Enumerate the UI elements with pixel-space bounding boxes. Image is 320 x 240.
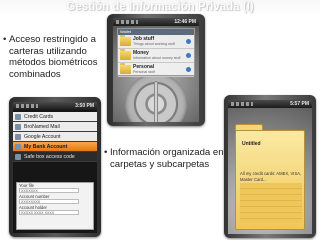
phone-account-list: 3:50 PM Credit Cards BroNamed Mail Googl… (9, 97, 101, 237)
account-detail-form: Your file XXXXXXX Account number XXXXXXX… (16, 182, 94, 230)
bank-icon (15, 144, 21, 150)
radio-icon[interactable] (186, 53, 191, 58)
folder-note-text: All my credit cards: AMEX, VISA, Master … (240, 171, 302, 182)
folder-subtitle: Things about working stuff (133, 42, 175, 46)
menu-item-google-account[interactable]: Google Account (13, 132, 97, 142)
bullet-marker: • (3, 34, 7, 45)
status-time: 3:50 PM (75, 103, 94, 109)
folder-item-money[interactable]: Money Information about money stuff (118, 49, 194, 63)
form-row: Account holder XXXXX XXXX XXXX (17, 205, 93, 216)
menu-item-credit-cards[interactable]: Credit Cards (13, 112, 97, 122)
radio-icon[interactable] (186, 67, 191, 72)
radio-icon[interactable] (186, 39, 191, 44)
field-value[interactable]: XXXXXXXX (19, 199, 79, 204)
phone-screen: 12:46 PM Wallet Job stuff Things about w… (113, 18, 199, 122)
menu-item-safe-box[interactable]: Safe box access code (13, 152, 97, 162)
slide-title: Gestión de Información Privada (I) (66, 1, 254, 13)
bullet-text: Información organizada en carpetas y sub… (110, 147, 224, 170)
field-value[interactable]: XXXXXXX (19, 188, 79, 193)
menu-item-label: Safe box access code (24, 154, 75, 160)
folder-icon (120, 49, 131, 60)
wallet-folder-list: Wallet Job stuff Things about working st… (117, 28, 195, 77)
menu-item-label: Google Account (24, 134, 61, 140)
phone-screen: 5:57 PM Untitled All my credit cards: AM… (228, 100, 312, 234)
folder-title: Untitled (242, 141, 261, 147)
bullet-text: Acceso restringido a carteras utilizando… (9, 34, 98, 80)
menu-item-label: BroNamed Mail (24, 124, 60, 130)
form-row: Account number XXXXXXXX (17, 194, 93, 205)
folder-item-job[interactable]: Job stuff Things about working stuff (118, 35, 194, 49)
key-icon (15, 154, 21, 160)
status-bar: 12:46 PM (113, 18, 199, 26)
menu-item-bank-account[interactable]: My Bank Account (13, 142, 97, 152)
bullet-biometric-access: • Acceso restringido a carteras utilizan… (3, 34, 115, 80)
folder-item-personal[interactable]: Personal Personal stuff (118, 63, 194, 77)
menu-item-mail[interactable]: BroNamed Mail (13, 122, 97, 132)
status-bar: 5:57 PM (228, 100, 312, 108)
bullet-folders: • Información organizada en carpetas y s… (104, 147, 226, 170)
status-icons (116, 20, 138, 24)
mail-icon (15, 124, 21, 130)
phone-screen: 3:50 PM Credit Cards BroNamed Mail Googl… (13, 102, 97, 233)
form-row: Your file XXXXXXX (17, 183, 93, 194)
vault-dial-icon (125, 73, 187, 122)
status-time: 12:46 PM (174, 19, 196, 25)
menu-item-label: My Bank Account (24, 144, 68, 150)
phone-vault-wallet: 12:46 PM Wallet Job stuff Things about w… (107, 14, 205, 126)
field-value[interactable]: XXXXX XXXX XXXX (19, 210, 79, 215)
status-icons (231, 102, 253, 106)
account-menu: Credit Cards BroNamed Mail Google Accoun… (13, 112, 97, 162)
status-icons (16, 104, 38, 108)
folder-subtitle: Information about money stuff (133, 56, 181, 60)
note-lines (240, 183, 302, 223)
status-time: 5:57 PM (290, 101, 309, 107)
bullet-marker: • (104, 147, 108, 158)
vault-handle-icon (154, 81, 158, 122)
status-bar: 3:50 PM (13, 102, 97, 110)
folder-subtitle: Personal stuff (133, 70, 155, 74)
folder-icon (120, 63, 131, 74)
open-folder-icon[interactable]: Untitled All my credit cards: AMEX, VISA… (235, 130, 305, 230)
menu-item-label: Credit Cards (24, 114, 54, 120)
account-icon (15, 134, 21, 140)
phone-folder-note: 5:57 PM Untitled All my credit cards: AM… (224, 95, 316, 238)
card-icon (15, 114, 21, 120)
folder-icon (120, 35, 131, 46)
